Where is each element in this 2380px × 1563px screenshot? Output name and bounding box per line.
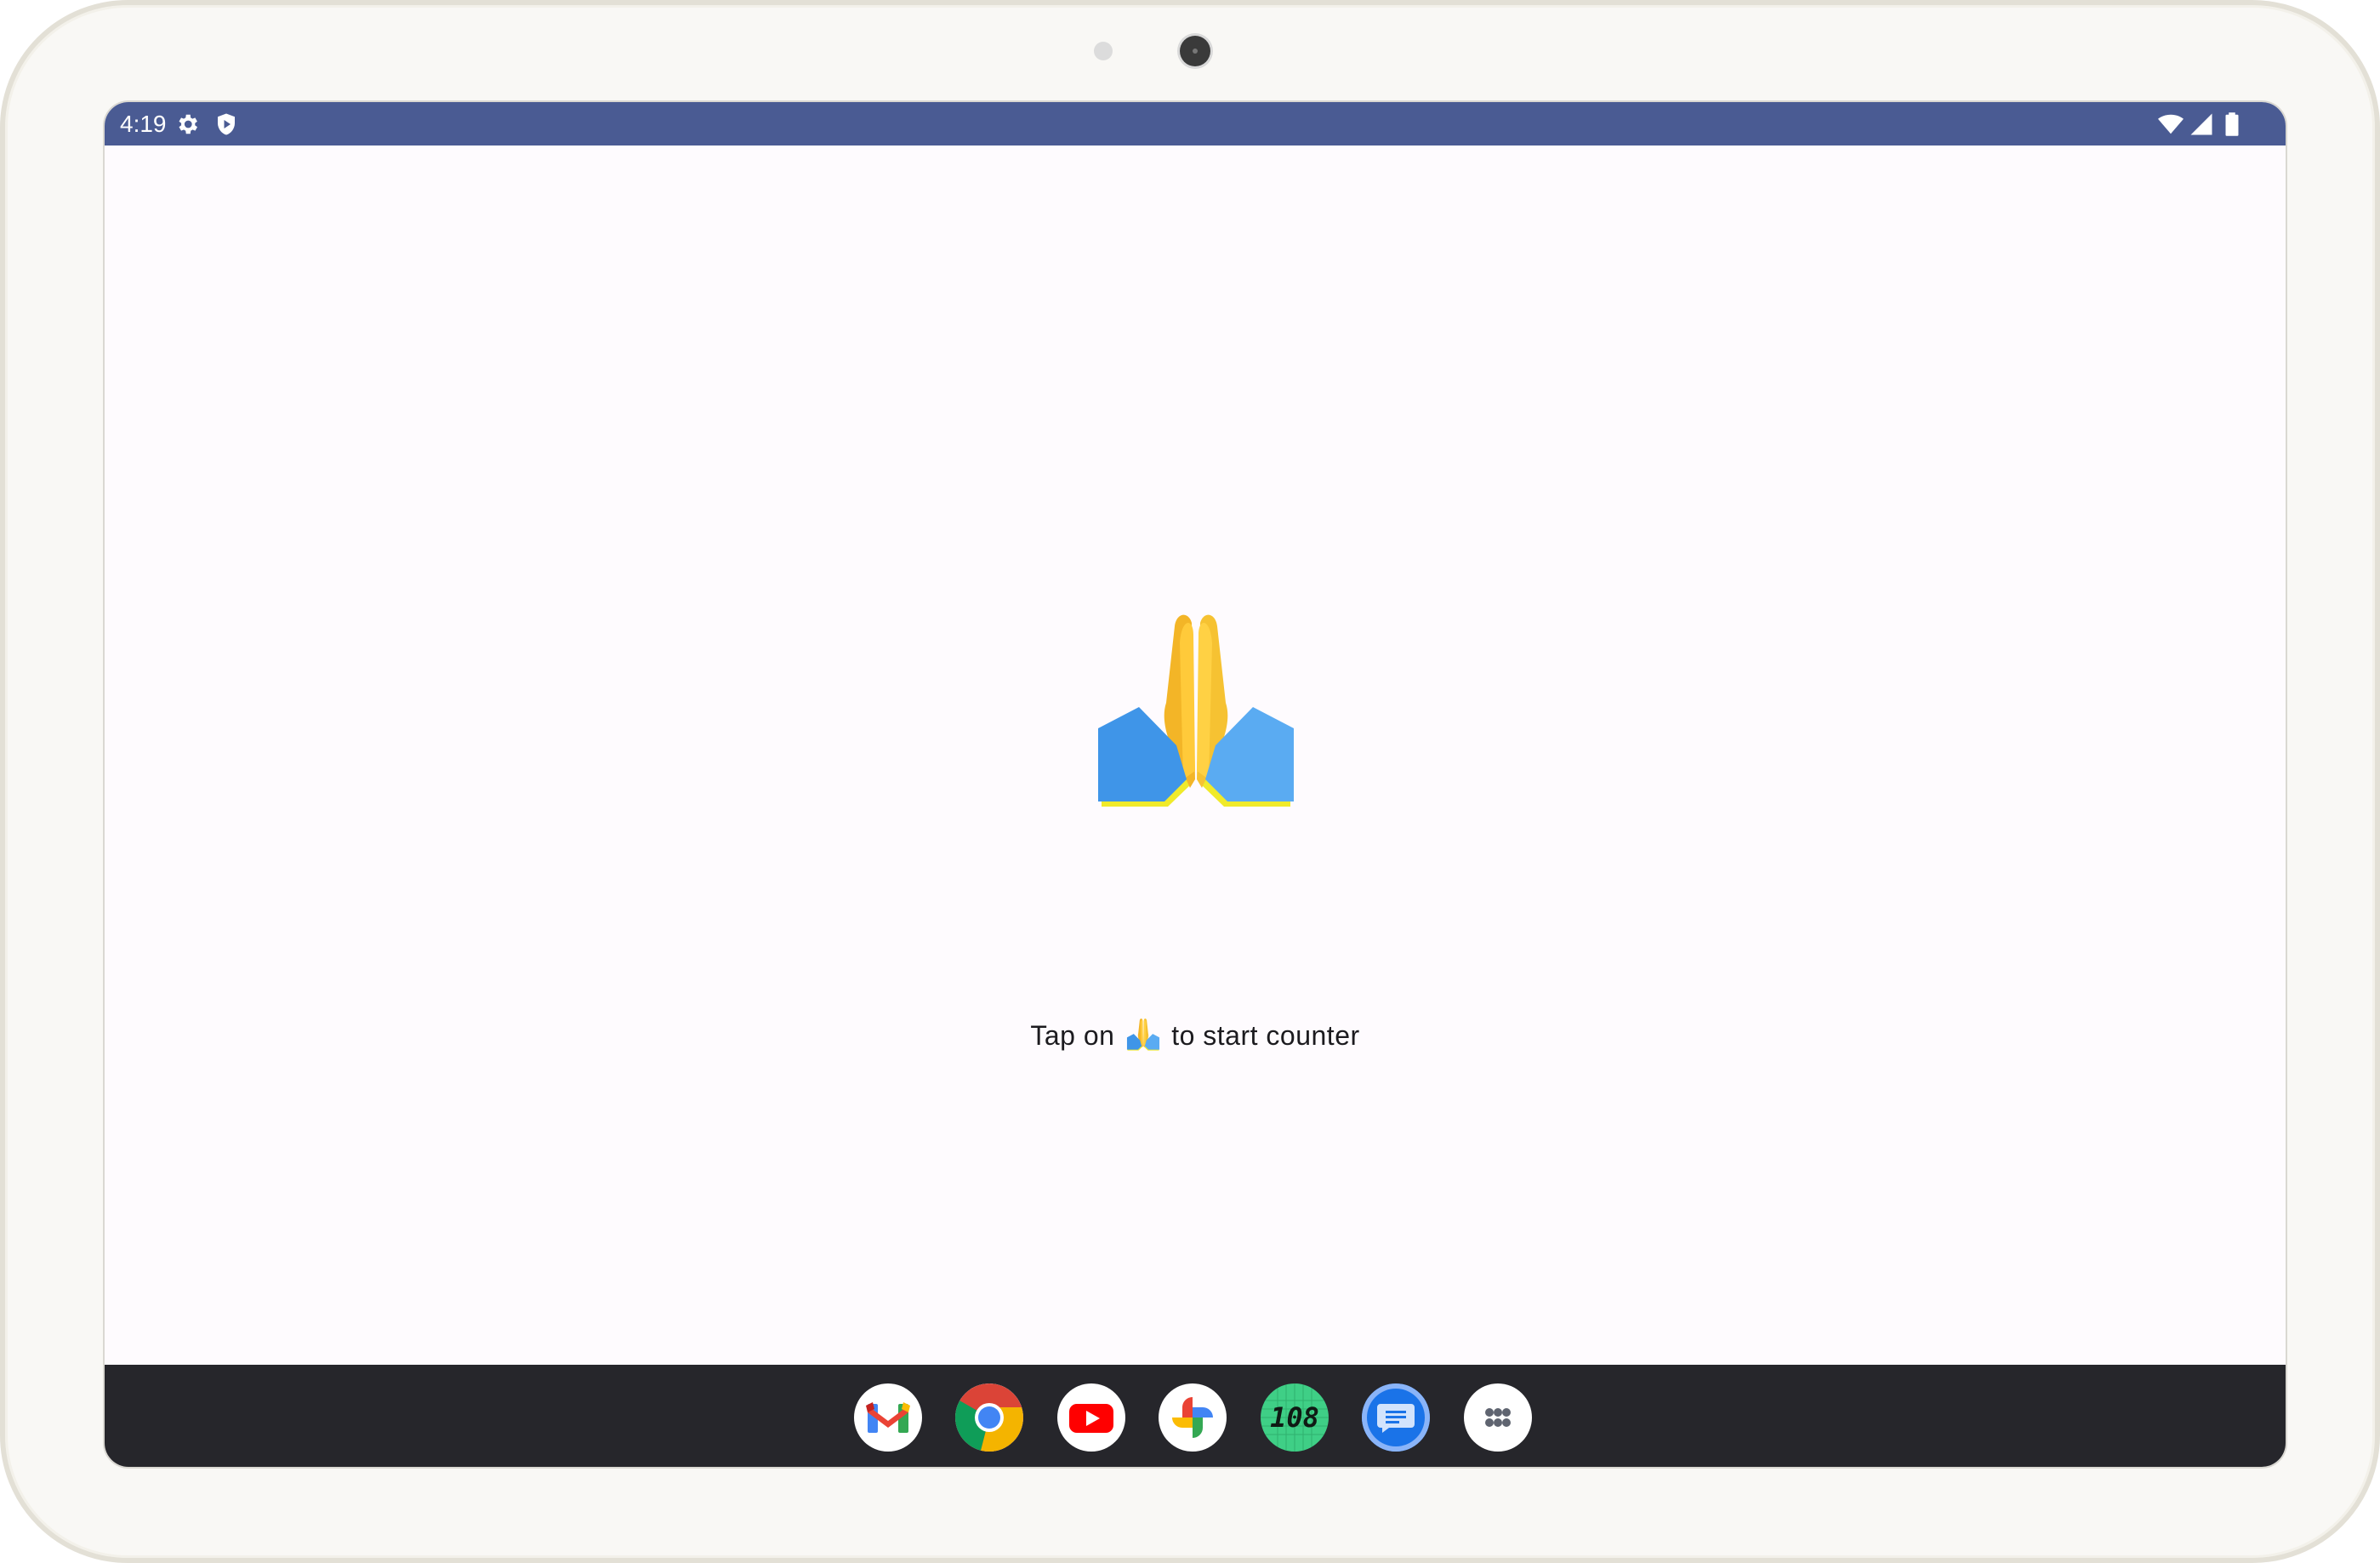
counter-app-button[interactable]: 108 xyxy=(1261,1383,1329,1452)
app-content: Tap on to start counter xyxy=(105,145,2286,1365)
tablet-frame: 4:19 Tap on to start counter 108 xyxy=(0,0,2380,1563)
screen: 4:19 Tap on to start counter 108 xyxy=(105,102,2286,1467)
pray-counter-button[interactable] xyxy=(1098,609,1294,813)
light-sensor xyxy=(1094,42,1113,60)
chrome-icon xyxy=(955,1383,1023,1452)
all-apps-button[interactable] xyxy=(1464,1383,1532,1452)
hint-after: to start counter xyxy=(1171,1020,1360,1051)
counter-icon-label: 108 xyxy=(1270,1401,1319,1434)
battery-icon xyxy=(2225,112,2239,136)
gmail-app-button[interactable] xyxy=(854,1383,922,1452)
wifi-icon xyxy=(2158,114,2184,134)
photos-app-button[interactable] xyxy=(1159,1383,1227,1452)
cellular-signal-icon xyxy=(2190,113,2212,135)
status-bar: 4:19 xyxy=(105,102,2286,145)
pray-inline-icon xyxy=(1126,1018,1160,1052)
front-camera xyxy=(1180,36,1210,66)
chrome-app-button[interactable] xyxy=(955,1383,1023,1452)
instruction-text: Tap on to start counter xyxy=(105,1018,2286,1052)
app-drawer-icon xyxy=(1485,1408,1511,1427)
status-time: 4:19 xyxy=(120,111,167,137)
messages-icon xyxy=(1377,1404,1415,1433)
youtube-icon xyxy=(1069,1404,1113,1433)
gmail-icon xyxy=(866,1402,910,1433)
youtube-app-button[interactable] xyxy=(1057,1383,1125,1452)
gear-icon xyxy=(179,114,197,134)
taskbar-dock: 108 xyxy=(105,1365,2286,1467)
hint-before: Tap on xyxy=(1030,1020,1115,1051)
shield-play-icon xyxy=(218,113,235,135)
messages-app-button[interactable] xyxy=(1362,1383,1430,1452)
photos-icon xyxy=(1172,1397,1213,1438)
